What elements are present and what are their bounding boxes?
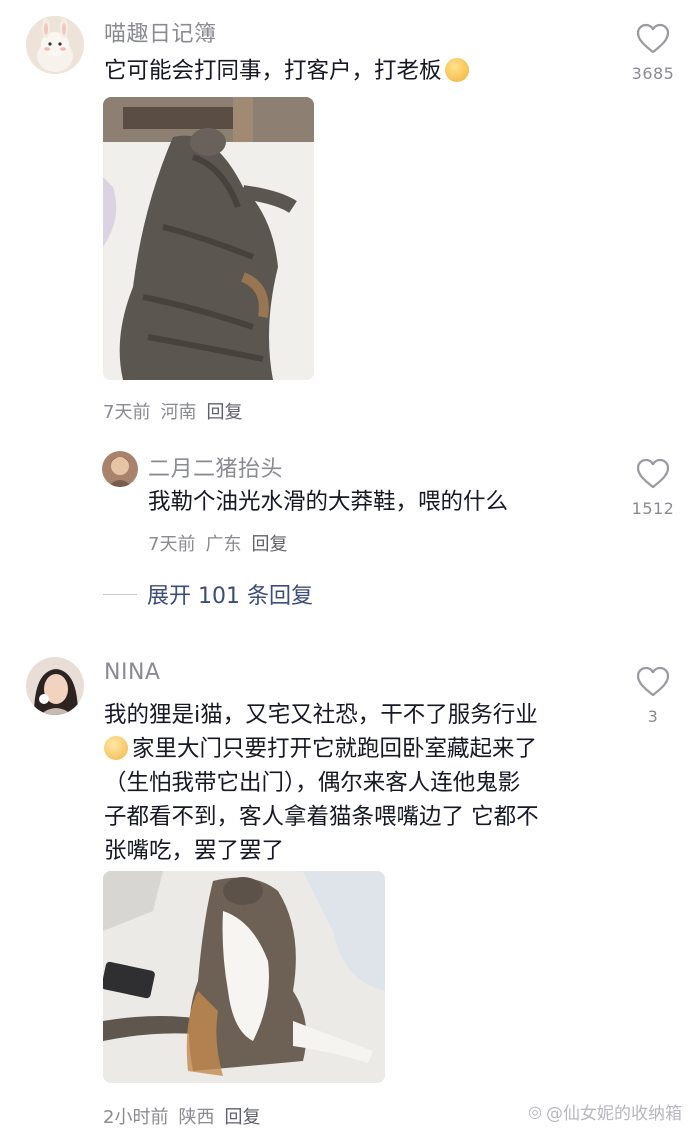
comment-time: 2小时前 (103, 1107, 169, 1128)
reply-button[interactable]: 回复 (224, 1103, 260, 1129)
reply-username[interactable]: 二月二猪抬头 (148, 451, 283, 483)
comment-text-line: （生怕我带它出门），偶尔来客人连他鬼影 (104, 770, 521, 796)
avatar[interactable] (26, 657, 84, 715)
crying-face-emoji-icon (104, 736, 128, 760)
avatar[interactable] (26, 16, 84, 74)
reply-text: 我勒个油光水滑的大莽鞋，喂的什么 (148, 489, 509, 515)
comment-location: 陕西 (178, 1107, 215, 1128)
comment-photo[interactable] (103, 871, 385, 1083)
heart-icon (636, 666, 670, 697)
cat-lying-on-bed-photo (103, 97, 314, 380)
weibo-icon: ◎ (528, 1102, 542, 1121)
comment-time: 7天前 (103, 402, 151, 423)
avatar-person-image (102, 451, 138, 487)
watermark-text: @仙女妮的收纳箱 (546, 1104, 682, 1124)
comment-meta: 2小时前 陕西 回复 (103, 1103, 260, 1129)
reply-button[interactable]: 回复 (251, 530, 287, 556)
like-count: 1512 (631, 499, 675, 518)
like-button[interactable]: 1512 (618, 458, 688, 518)
divider-line (103, 593, 137, 595)
avatar[interactable] (102, 451, 138, 487)
comment-photo[interactable] (103, 97, 314, 380)
comment-username[interactable]: NINA (104, 660, 160, 685)
comment-text-line: 家里大门只要打开它就跑回卧室藏起来了 (132, 736, 538, 762)
comment-text-line: 我的狸是i猫，又宅又社恐，干不了服务行业 (104, 702, 538, 728)
reply-meta: 7天前 广东 回复 (148, 530, 287, 556)
heart-icon (636, 458, 670, 489)
reply-time: 7天前 (148, 534, 196, 555)
like-button[interactable]: 3 (618, 666, 688, 726)
comment-text: 它可能会打同事，打客户，打老板 (104, 54, 469, 88)
comment-location: 河南 (160, 402, 197, 423)
cat-sitting-on-bed-photo (103, 871, 385, 1083)
like-count: 3685 (631, 64, 675, 83)
reply-button[interactable]: 回复 (206, 398, 242, 424)
smiling-face-emoji-icon (444, 58, 469, 82)
heart-icon (636, 23, 670, 54)
comment-text-line-with-emoji: 家里大门只要打开它就跑回卧室藏起来了 (104, 732, 539, 766)
like-count: 3 (647, 707, 659, 726)
reply-location: 广东 (205, 534, 242, 555)
comment-text-body: 它可能会打同事，打客户，打老板 (104, 58, 442, 84)
comment-text-line: 子都看不到，客人拿着猫条喂嘴边了 它都不 (104, 804, 539, 830)
avatar-rabbit-image (26, 16, 84, 74)
watermark: ◎ @仙女妮的收纳箱 (528, 1099, 682, 1124)
expand-replies-label: 展开 101 条回复 (147, 584, 313, 609)
comment-meta: 7天前 河南 回复 (103, 398, 242, 424)
expand-replies-button[interactable]: 展开 101 条回复 (103, 578, 313, 610)
like-button[interactable]: 3685 (618, 23, 688, 83)
comment-text: 我的狸是i猫，又宅又社恐，干不了服务行业 家里大门只要打开它就跑回卧室藏起来了 … (104, 698, 539, 868)
avatar-girl-image (26, 657, 84, 715)
comment-text-line: 张嘴吃，罢了罢了 (104, 838, 285, 864)
comment-username[interactable]: 喵趣日记簿 (104, 16, 217, 48)
